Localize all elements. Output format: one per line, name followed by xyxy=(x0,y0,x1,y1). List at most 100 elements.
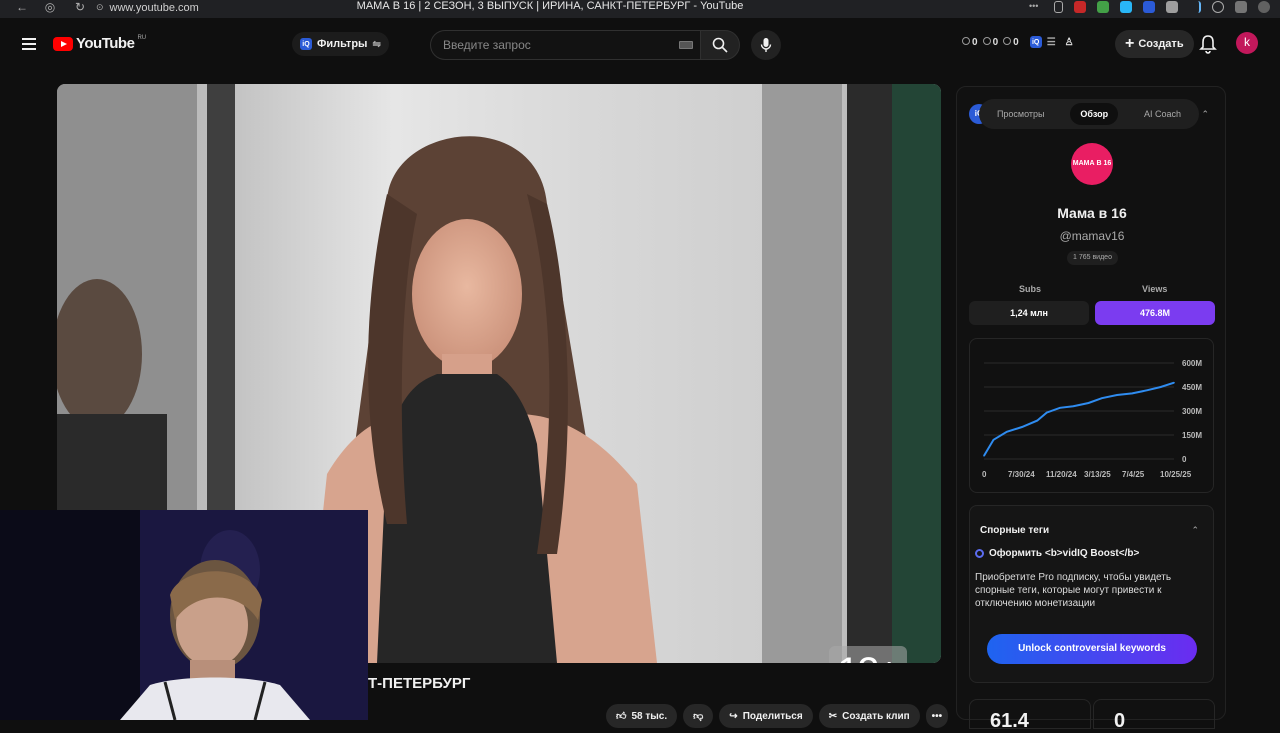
vidiq-panel: iQ Просмотры Обзор AI Coach ⌃ МАМА В 16 … xyxy=(956,86,1227,732)
hamburger-menu-icon[interactable] xyxy=(22,38,36,50)
chart-x-tick: 3/13/25 xyxy=(1084,470,1111,479)
list-icon[interactable]: ☰ xyxy=(1047,37,1056,48)
youtube-logo[interactable]: YouTube RU xyxy=(53,35,146,52)
chart-y-tick: 600M xyxy=(1182,359,1202,368)
search-input[interactable] xyxy=(443,38,673,52)
chart-series-line xyxy=(983,381,1175,457)
channel-logo[interactable]: МАМА В 16 xyxy=(1071,143,1113,185)
views-button[interactable]: 476.8M xyxy=(1095,301,1215,325)
chevron-up-icon[interactable]: ⌃ xyxy=(1191,525,1199,536)
more-actions-button[interactable]: ••• xyxy=(925,704,949,728)
promo-title-row: Оформить <b>vidIQ Boost</b> xyxy=(975,548,1195,559)
tab-ai-coach[interactable]: AI Coach xyxy=(1134,103,1191,125)
url-text: www.youtube.com xyxy=(109,1,199,14)
boost-promo: Оформить <b>vidIQ Boost</b> Приобретите … xyxy=(975,548,1195,610)
share-button[interactable]: ↪ Поделиться xyxy=(719,704,813,728)
avatar[interactable]: k xyxy=(1236,32,1258,54)
extension-play-icon[interactable] xyxy=(1212,0,1224,13)
extension-box-icon[interactable] xyxy=(1166,0,1178,13)
chart-x-tick: 11/20/24 xyxy=(1046,470,1077,479)
stat-card-left: 61.4 xyxy=(969,699,1091,732)
thumbs-up-icon: 👍︎ xyxy=(616,711,627,722)
chart-data-point xyxy=(1006,431,1008,433)
webcam-overlay xyxy=(0,510,368,720)
logo-region: RU xyxy=(137,34,147,41)
promo-description: Приобретите Pro подписку, чтобы увидеть … xyxy=(975,572,1172,609)
eye-icon xyxy=(982,36,991,45)
voice-search-button[interactable] xyxy=(751,30,781,60)
promo-title: Оформить <b>vidIQ Boost</b> xyxy=(989,548,1140,559)
chart-data-point xyxy=(1116,394,1118,396)
extension-iq-icon[interactable] xyxy=(1143,0,1155,13)
dislike-button[interactable]: 👎︎ xyxy=(683,704,714,728)
logo-text: YouTube xyxy=(76,35,135,52)
chart-x-tick: 7/4/25 xyxy=(1122,470,1145,479)
chart-data-point xyxy=(1173,381,1175,384)
vidiq-filters-button[interactable]: iQ Фильтры ⇋ xyxy=(292,32,389,56)
views-chart-svg: 0 150M 300M 450M 600M 0 7/30/24 11/20/24 3/13/25… xyxy=(982,359,1202,479)
filters-label: Фильтры xyxy=(317,38,368,50)
extension-bolt-icon[interactable] xyxy=(1120,0,1132,13)
extensions-puzzle-icon[interactable] xyxy=(1235,0,1247,13)
extension-shield-icon[interactable] xyxy=(1074,0,1086,13)
chart-data-point xyxy=(1159,386,1162,388)
browser-toolbar: ← ◎ ↻ ⊙ www.youtube.com МАМА В 16 | 2 СЕ… xyxy=(0,0,1280,18)
clip-button[interactable]: ✂ Создать клип xyxy=(818,704,920,728)
stat-card-right-value: 0 xyxy=(1114,710,1126,732)
tab-views[interactable]: Просмотры xyxy=(987,103,1055,125)
profile-icon[interactable] xyxy=(1258,0,1270,13)
chart-data-point xyxy=(1146,389,1149,391)
stat-circle: 0 xyxy=(1003,36,1019,48)
back-icon[interactable]: ← xyxy=(14,0,30,16)
bookmark-icon[interactable] xyxy=(1054,0,1063,13)
tags-header: Спорные теги xyxy=(980,525,1050,536)
menu-dots-icon[interactable]: ••• xyxy=(1029,1,1043,13)
reload-icon[interactable]: ↻ xyxy=(72,0,88,16)
site-info-icon[interactable]: ⊙ xyxy=(96,2,104,13)
unlock-keywords-button[interactable]: Unlock controversial keywords xyxy=(987,634,1197,664)
tab-overview[interactable]: Обзор xyxy=(1070,103,1119,125)
chart-x-tick: 0 xyxy=(982,470,987,479)
channel-name[interactable]: Мама в 16 xyxy=(957,205,1227,221)
stat-card-left-value: 61.4 xyxy=(990,710,1029,732)
create-button[interactable]: + Создать xyxy=(1115,30,1194,58)
vidiq-icon[interactable]: iQ xyxy=(1029,36,1042,48)
chart-data-point xyxy=(983,455,985,457)
stat-eye: 0 xyxy=(982,36,998,48)
chart-data-point xyxy=(1087,402,1090,404)
chart-data-point xyxy=(1021,426,1023,428)
vidiq-stats: 0 0 0 iQ ☰ ♙ xyxy=(962,36,1074,48)
panel-tabs: Просмотры Обзор AI Coach xyxy=(979,99,1199,129)
microphone-icon xyxy=(760,38,772,52)
keyboard-icon[interactable] xyxy=(679,41,693,49)
boost-icon xyxy=(975,549,984,558)
extension-icon[interactable]: ◎ xyxy=(42,0,58,16)
like-button[interactable]: 👍︎ 58 тыс. xyxy=(606,704,678,728)
youtube-play-icon xyxy=(53,36,73,51)
create-label: Создать xyxy=(1138,38,1184,50)
search-button[interactable] xyxy=(700,30,740,60)
chart-x-tick: 7/30/24 xyxy=(1008,470,1035,479)
notifications-bell-icon[interactable] xyxy=(1199,34,1217,54)
chart-y-tick: 0 xyxy=(1182,455,1187,464)
stat-clock: 0 xyxy=(962,36,978,48)
chart-x-tick: 10/25/25 xyxy=(1160,470,1192,479)
subs-button[interactable]: 1,24 млн xyxy=(969,301,1089,325)
chart-data-point xyxy=(1101,397,1103,399)
chart-data-point xyxy=(1036,419,1038,422)
chart-y-tick: 450M xyxy=(1182,383,1202,392)
chart-data-point xyxy=(1072,405,1075,407)
search-box xyxy=(430,30,700,60)
channel-handle: @mamav16 xyxy=(1059,229,1125,243)
vidiq-icon: iQ xyxy=(300,38,312,50)
views-label: Views xyxy=(1142,284,1168,294)
extension-leaf-icon[interactable] xyxy=(1097,0,1109,13)
chart-y-tick: 150M xyxy=(1182,431,1202,440)
extension-wifi-icon[interactable] xyxy=(1189,0,1201,13)
tab-title: МАМА В 16 | 2 СЕЗОН, 3 ВЫПУСК | ИРИНА, С… xyxy=(356,0,744,12)
chevron-up-icon[interactable]: ⌃ xyxy=(1201,109,1209,120)
chart-data-point xyxy=(1131,392,1133,395)
chart-data-point xyxy=(992,439,995,441)
youtube-header: YouTube RU iQ Фильтры ⇋ 0 0 0 iQ ☰ ♙ + С… xyxy=(0,22,1280,68)
trophy-icon[interactable]: ♙ xyxy=(1065,37,1074,48)
